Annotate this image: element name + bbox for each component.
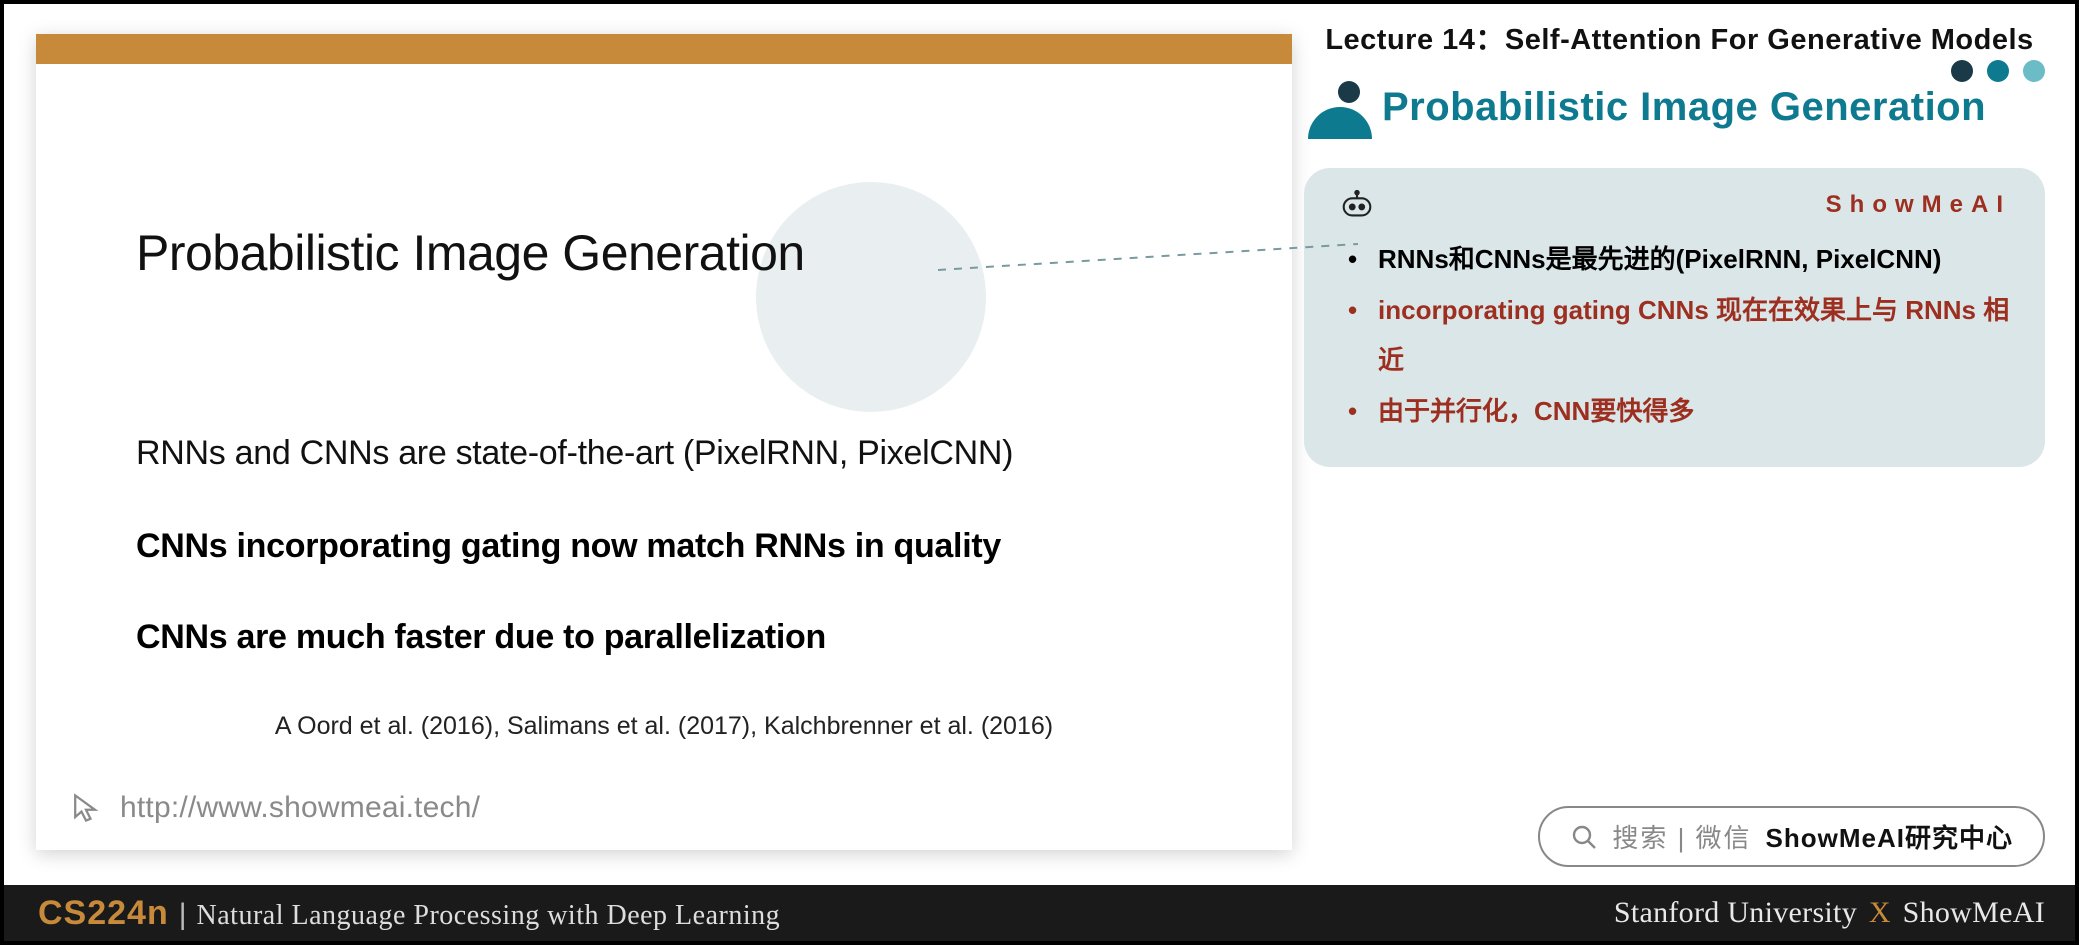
slide-url: http://www.showmeai.tech/	[120, 791, 480, 825]
cursor-icon	[66, 788, 106, 828]
note-card: ShowMeAI RNNs和CNNs是最先进的(PixelRNN, PixelC…	[1304, 168, 2045, 467]
footer-university: Stanford University	[1614, 896, 1857, 929]
slide-body-line-2: CNNs incorporating gating now match RNNs…	[136, 527, 1212, 566]
brand-tag: ShowMeAI	[1826, 191, 2011, 219]
slide-body-line-3: CNNs are much faster due to parallelizat…	[136, 618, 1212, 657]
course-name: Natural Language Processing with Deep Le…	[197, 900, 781, 932]
title-dots-icon	[1951, 60, 2045, 82]
course-code: CS224n	[38, 894, 169, 933]
lecture-header: Lecture 14：Self-Attention For Generative…	[1314, 14, 2045, 72]
slide-references: A Oord et al. (2016), Salimans et al. (2…	[36, 712, 1292, 741]
note-item: incorporating gating CNNs 现在在效果上与 RNNs 相…	[1348, 285, 2011, 386]
search-icon	[1570, 823, 1598, 851]
footer-separator: |	[179, 898, 187, 932]
section-title: Probabilistic Image Generation	[1382, 85, 1986, 130]
footer-bar: CS224n | Natural Language Processing wit…	[4, 885, 2075, 941]
slide-body-line-1: RNNs and CNNs are state-of-the-art (Pixe…	[136, 434, 1212, 473]
section-title-decoration	[1308, 75, 1372, 139]
note-item: 由于并行化，CNN要快得多	[1348, 386, 2011, 437]
slide: Probabilistic Image Generation RNNs and …	[36, 34, 1292, 850]
note-item: RNNs和CNNs是最先进的(PixelRNN, PixelCNN)	[1348, 234, 2011, 285]
search-pill: 搜索 | 微信 ShowMeAI研究中心	[1538, 806, 2045, 867]
slide-title: Probabilistic Image Generation	[136, 224, 805, 282]
bot-icon	[1338, 190, 1376, 220]
footer-partner: ShowMeAI	[1903, 896, 2045, 929]
footer-right: Stanford University X ShowMeAI	[1614, 896, 2045, 930]
footer-x: X	[1865, 896, 1895, 929]
note-list: RNNs和CNNs是最先进的(PixelRNN, PixelCNN) incor…	[1338, 234, 2011, 437]
slide-accent-bar	[36, 34, 1292, 64]
search-prefix: 搜索 | 微信	[1612, 818, 1751, 855]
section-title-row: Probabilistic Image Generation	[1308, 72, 2045, 142]
search-name: ShowMeAI研究中心	[1766, 818, 2013, 855]
slide-circle-decoration	[756, 182, 986, 412]
